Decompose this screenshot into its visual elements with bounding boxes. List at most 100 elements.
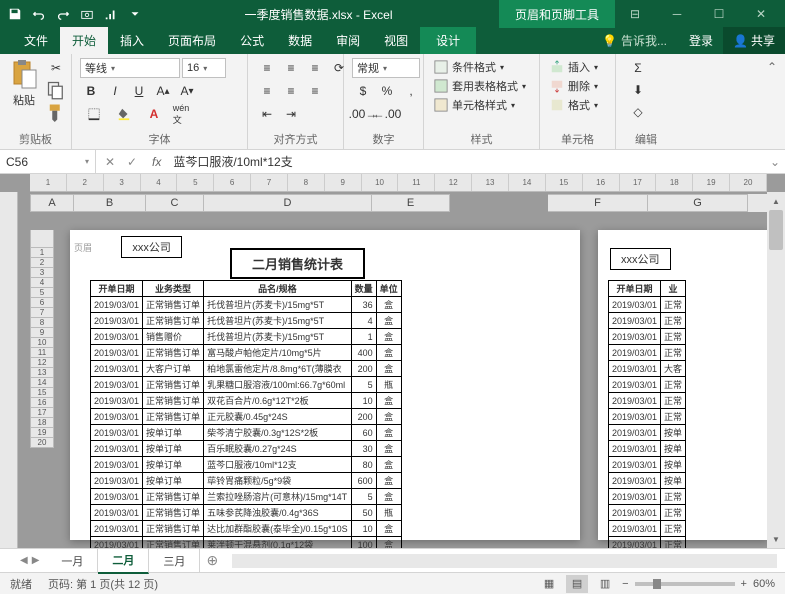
row-header[interactable]: 15	[30, 388, 54, 398]
row-header[interactable]: 10	[30, 338, 54, 348]
copy-icon[interactable]	[46, 80, 66, 100]
row-header[interactable]: 9	[30, 328, 54, 338]
company-header-2[interactable]: xxx公司	[610, 248, 671, 270]
row-header[interactable]: 11	[30, 348, 54, 358]
percent-icon[interactable]: %	[376, 81, 398, 101]
underline-icon[interactable]: U	[128, 81, 150, 101]
cut-icon[interactable]: ✂	[46, 58, 66, 78]
scroll-up-icon[interactable]: ▲	[767, 192, 785, 210]
align-middle-icon[interactable]: ≡	[280, 58, 302, 78]
qat-more-icon[interactable]	[124, 3, 146, 25]
tab-data[interactable]: 数据	[276, 27, 324, 54]
increase-font-icon[interactable]: A▴	[152, 81, 174, 101]
paste-icon[interactable]	[8, 58, 40, 90]
row-header[interactable]: 20	[30, 438, 54, 448]
format-cells-button[interactable]: 格式▾	[548, 96, 600, 114]
fx-icon[interactable]: fx	[146, 155, 167, 169]
bold-icon[interactable]: B	[80, 81, 102, 101]
font-size-select[interactable]: 16▾	[182, 58, 226, 78]
normal-view-icon[interactable]: ▦	[538, 575, 560, 593]
close-icon[interactable]: ✕	[741, 0, 781, 28]
expand-formula-bar-icon[interactable]: ⌄	[765, 155, 785, 169]
clear-icon[interactable]: ◇	[624, 102, 652, 122]
data-table[interactable]: 开单日期业务类型品名/规格数量单位2019/03/01正常销售订单托伐普坦片(苏…	[90, 280, 402, 548]
col-header-g[interactable]: G	[648, 194, 748, 212]
col-header-d[interactable]: D	[204, 194, 372, 212]
collapse-ribbon-icon[interactable]: ⌃	[763, 58, 781, 76]
sheet-tab-feb[interactable]: 二月	[98, 548, 149, 574]
camera-icon[interactable]	[76, 3, 98, 25]
col-header-f[interactable]: F	[548, 194, 648, 212]
zoom-slider[interactable]	[635, 582, 735, 586]
italic-icon[interactable]: I	[104, 81, 126, 101]
increase-indent-icon[interactable]: ⇥	[280, 104, 302, 124]
tab-home[interactable]: 开始	[60, 27, 108, 54]
data-table-2[interactable]: 开单日期业2019/03/01正常2019/03/01正常2019/03/01正…	[608, 280, 686, 548]
maximize-icon[interactable]: ☐	[699, 0, 739, 28]
fill-icon[interactable]: ⬇	[624, 80, 652, 100]
row-header[interactable]: 1	[30, 248, 54, 258]
cell-styles-button[interactable]: 单元格样式▾	[432, 96, 528, 114]
row-header[interactable]: 2	[30, 258, 54, 268]
sheet-tab-mar[interactable]: 三月	[149, 549, 200, 573]
phonetic-icon[interactable]: wén文	[170, 104, 192, 124]
formula-input[interactable]: 蓝芩口服液/10ml*12支	[167, 153, 765, 170]
sheet-nav-prev-icon[interactable]: ◀	[20, 555, 28, 566]
row-header[interactable]: 14	[30, 378, 54, 388]
page-layout-view-icon[interactable]: ▤	[566, 575, 588, 593]
tab-layout[interactable]: 页面布局	[156, 27, 228, 54]
conditional-format-button[interactable]: 条件格式▾	[432, 58, 528, 76]
number-format-select[interactable]: 常规▾	[352, 58, 420, 78]
row-header[interactable]: 5	[30, 288, 54, 298]
row-header[interactable]: 4	[30, 278, 54, 288]
company-header[interactable]: xxx公司	[121, 236, 182, 258]
undo-icon[interactable]	[28, 3, 50, 25]
border-icon[interactable]	[80, 104, 108, 124]
tab-review[interactable]: 审阅	[324, 27, 372, 54]
font-color-icon[interactable]: A	[140, 104, 168, 124]
name-box[interactable]: C56▾	[0, 150, 96, 173]
currency-icon[interactable]: $	[352, 81, 374, 101]
tab-view[interactable]: 视图	[372, 27, 420, 54]
align-left-icon[interactable]: ≡	[256, 81, 278, 101]
scroll-down-icon[interactable]: ▼	[767, 530, 785, 548]
zoom-in-icon[interactable]: +	[741, 578, 747, 590]
row-header[interactable]: 16	[30, 398, 54, 408]
vertical-scrollbar[interactable]: ▲ ▼	[767, 192, 785, 548]
autosum-icon[interactable]: Σ	[624, 58, 652, 78]
align-right-icon[interactable]: ≡	[304, 81, 326, 101]
col-header-a[interactable]: A	[30, 194, 74, 212]
row-header[interactable]: 13	[30, 368, 54, 378]
align-bottom-icon[interactable]: ≡	[304, 58, 326, 78]
decrease-indent-icon[interactable]: ⇤	[256, 104, 278, 124]
save-icon[interactable]	[4, 3, 26, 25]
row-header[interactable]: 18	[30, 418, 54, 428]
tab-formulas[interactable]: 公式	[228, 27, 276, 54]
row-header[interactable]: 8	[30, 318, 54, 328]
add-sheet-icon[interactable]: ⊕	[200, 552, 224, 569]
row-header[interactable]	[30, 230, 54, 248]
zoom-level[interactable]: 60%	[753, 578, 775, 590]
enter-formula-icon[interactable]: ✓	[122, 152, 142, 172]
row-header[interactable]: 3	[30, 268, 54, 278]
sheet-tab-jan[interactable]: 一月	[47, 549, 98, 573]
tell-me[interactable]: 💡告诉我...	[590, 27, 679, 54]
increase-decimal-icon[interactable]: .00→	[352, 104, 374, 124]
login-button[interactable]: 登录	[679, 27, 723, 54]
format-painter-icon[interactable]	[46, 102, 66, 122]
share-button[interactable]: 👤共享	[723, 27, 785, 54]
delete-cells-button[interactable]: 删除▾	[548, 77, 600, 95]
cancel-formula-icon[interactable]: ✕	[100, 152, 120, 172]
col-header-c[interactable]: C	[146, 194, 204, 212]
horizontal-scrollbar[interactable]	[232, 554, 777, 568]
font-name-select[interactable]: 等线▾	[80, 58, 180, 78]
align-top-icon[interactable]: ≡	[256, 58, 278, 78]
comma-icon[interactable]: ,	[400, 81, 422, 101]
zoom-out-icon[interactable]: −	[622, 578, 628, 590]
ribbon-options-icon[interactable]: ⊟	[615, 0, 655, 28]
tab-insert[interactable]: 插入	[108, 27, 156, 54]
col-header-e[interactable]: E	[372, 194, 450, 212]
row-header[interactable]: 12	[30, 358, 54, 368]
sheet-nav-next-icon[interactable]: ▶	[32, 555, 40, 566]
decrease-font-icon[interactable]: A▾	[176, 81, 198, 101]
